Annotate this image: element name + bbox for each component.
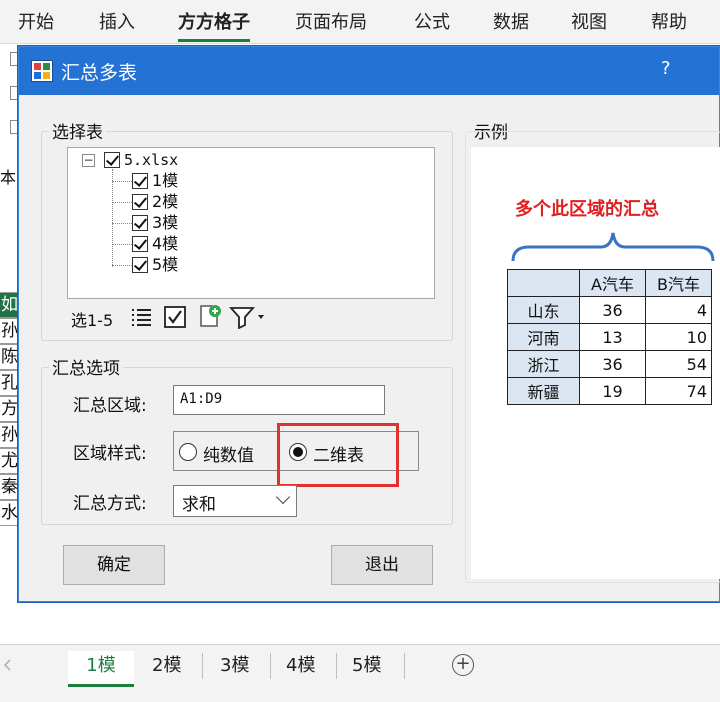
radio-plain-label[interactable]: 纯数值 xyxy=(203,441,254,466)
brace-icon xyxy=(511,232,715,262)
select-range-button[interactable]: 选1-5 xyxy=(71,307,113,331)
ribbon: 开始 插入 方方格子 页面布局 公式 数据 视图 帮助 xyxy=(0,0,720,44)
ribbon-tab-home[interactable]: 开始 xyxy=(18,8,54,34)
tree-root-label: 5.xlsx xyxy=(124,151,179,169)
sheet-text: 本 xyxy=(0,168,17,187)
sheet-cell[interactable]: 孙 xyxy=(0,318,18,344)
sheet-cell[interactable]: 如 xyxy=(0,292,18,318)
table-row-header: 新疆 xyxy=(507,377,580,405)
dialog-title-bar: 汇总多表 ? xyxy=(19,47,719,95)
ribbon-tab-data[interactable]: 数据 xyxy=(493,8,529,34)
table-row: 新疆 19 74 xyxy=(507,377,712,405)
tree-line xyxy=(112,202,132,203)
table-cell: 13 xyxy=(579,323,646,351)
add-sheet-button[interactable]: + xyxy=(452,654,474,676)
example-title: 多个此区域的汇总 xyxy=(515,199,659,220)
sheet-checkbox-1[interactable] xyxy=(132,173,148,189)
sheet-tab-1[interactable]: 1模 xyxy=(68,651,134,687)
chevron-down-icon xyxy=(275,489,291,505)
sheet-tab-3[interactable]: 3模 xyxy=(220,651,249,677)
summary-options-label: 汇总选项 xyxy=(49,354,123,379)
sheet-tab-2[interactable]: 2模 xyxy=(152,651,181,677)
table-cell: 19 xyxy=(579,377,646,405)
method-label: 汇总方式: xyxy=(73,494,147,514)
table-cell: 54 xyxy=(645,350,712,378)
table-cell: 4 xyxy=(645,296,712,324)
tree-line xyxy=(112,223,132,224)
style-label: 区域样式: xyxy=(73,444,147,464)
sheet-checkbox-3[interactable] xyxy=(132,215,148,231)
table-row-header: 河南 xyxy=(507,323,580,351)
method-select-value: 求和 xyxy=(182,495,216,515)
table-row-header: 山东 xyxy=(507,296,580,324)
ribbon-tab-formulas[interactable]: 公式 xyxy=(414,8,450,34)
exit-button[interactable]: 退出 xyxy=(331,545,433,585)
select-table-label: 选择表 xyxy=(49,118,106,143)
sheet-checkbox-4[interactable] xyxy=(132,236,148,252)
table-row-header: 浙江 xyxy=(507,350,580,378)
table-cell: 36 xyxy=(579,350,646,378)
collapse-icon[interactable]: − xyxy=(82,154,95,167)
example-panel: 多个此区域的汇总 A汽车 B汽车 山东 36 4 河南 13 10 浙江 36 xyxy=(471,147,720,579)
ribbon-tab-help[interactable]: 帮助 xyxy=(651,8,687,34)
sheet-tab-4[interactable]: 4模 xyxy=(286,651,315,677)
table-header-cell: A汽车 xyxy=(579,269,646,297)
dialog-title: 汇总多表 xyxy=(61,62,138,84)
table-row: 河南 13 10 xyxy=(507,323,712,351)
tree-item-label: 5模 xyxy=(152,255,179,274)
tab-divider xyxy=(202,653,203,679)
app-icon xyxy=(31,60,53,82)
ok-button[interactable]: 确定 xyxy=(63,545,165,585)
tree-item-label: 1模 xyxy=(152,171,179,190)
add-file-icon[interactable] xyxy=(197,303,223,333)
ribbon-tab-insert[interactable]: 插入 xyxy=(99,8,135,34)
tree-line xyxy=(112,181,132,182)
tab-divider xyxy=(404,653,405,679)
tree-item-label: 3模 xyxy=(152,213,179,232)
ribbon-tab-fangfanggezi[interactable]: 方方格子 xyxy=(178,8,250,42)
sheet-tree: − 5.xlsx 1模 2模 3模 4模 5模 xyxy=(67,147,435,299)
highlight-box xyxy=(277,423,399,487)
tab-divider xyxy=(336,653,337,679)
table-cell: 36 xyxy=(579,296,646,324)
example-table: A汽车 B汽车 山东 36 4 河南 13 10 浙江 36 54 新疆 19 xyxy=(507,269,712,405)
summarize-dialog: 汇总多表 ? 选择表 − 5.xlsx 1模 2模 3模 4模 5模 选1-5 xyxy=(18,46,720,602)
sheet-checkbox-5[interactable] xyxy=(132,257,148,273)
sheet-cell[interactable]: 孙 xyxy=(0,422,18,448)
root-checkbox[interactable] xyxy=(104,152,120,168)
table-cell: 74 xyxy=(645,377,712,405)
table-header-cell: B汽车 xyxy=(645,269,712,297)
table-header-cell xyxy=(507,269,580,297)
table-cell: 10 xyxy=(645,323,712,351)
check-all-icon[interactable] xyxy=(163,305,187,333)
sheet-cell[interactable]: 尤 xyxy=(0,448,18,474)
filter-icon[interactable] xyxy=(228,305,269,333)
help-button[interactable]: ? xyxy=(661,58,671,79)
tree-item-label: 2模 xyxy=(152,192,179,211)
list-icon[interactable] xyxy=(129,305,153,333)
sheet-cell[interactable]: 方 xyxy=(0,396,18,422)
sheet-cell[interactable]: 秦 xyxy=(0,474,18,500)
sheet-tab-bar: 1模 2模 3模 4模 5模 + xyxy=(0,644,720,702)
method-select[interactable]: 求和 xyxy=(173,485,297,517)
table-row: 浙江 36 54 xyxy=(507,350,712,378)
sheet-cell[interactable]: 陈 xyxy=(0,344,18,370)
sheet-checkbox-2[interactable] xyxy=(132,194,148,210)
sheet-cell[interactable]: 孔 xyxy=(0,370,18,396)
ribbon-tab-page-layout[interactable]: 页面布局 xyxy=(295,8,367,34)
tree-line xyxy=(112,169,113,267)
range-label: 汇总区域: xyxy=(73,396,147,416)
sheet-tab-5[interactable]: 5模 xyxy=(352,651,381,677)
scroll-left-icon[interactable] xyxy=(4,659,12,671)
ribbon-tab-view[interactable]: 视图 xyxy=(571,8,607,34)
tab-divider xyxy=(270,653,271,679)
tree-item-label: 4模 xyxy=(152,234,179,253)
radio-plain-values[interactable] xyxy=(179,443,197,461)
tree-line xyxy=(112,244,132,245)
sheet-cell[interactable]: 水 xyxy=(0,500,18,526)
tree-line xyxy=(112,265,132,266)
table-row: 山东 36 4 xyxy=(507,296,712,324)
range-input[interactable]: A1:D9 xyxy=(173,385,385,415)
